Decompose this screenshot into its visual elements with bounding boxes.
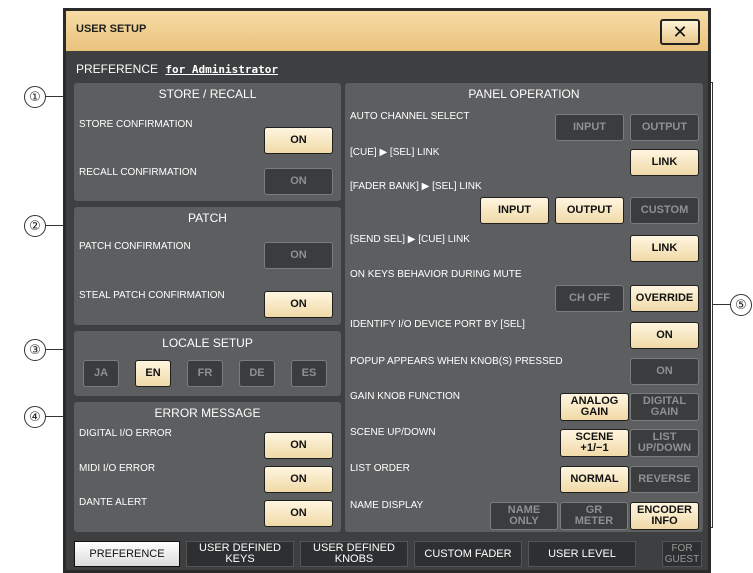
name-only-button[interactable]: NAME ONLY <box>490 502 558 530</box>
list-line2: UP/DOWN <box>637 442 692 454</box>
tab-user-level[interactable]: USER LEVEL <box>528 541 636 567</box>
callout-1: ① <box>24 86 46 108</box>
encoder-info-button[interactable]: ENCODER INFO <box>630 502 699 530</box>
steal-patch-confirmation-button[interactable]: ON <box>264 291 333 318</box>
tab-user-defined-keys-line2: KEYS <box>225 553 255 565</box>
user-setup-window: USER SETUP ✕ PREFERENCE for Administrato… <box>63 8 711 573</box>
callout-3: ③ <box>24 339 46 361</box>
callout-2: ② <box>24 215 46 237</box>
tab-for-guest[interactable]: FOR GUEST <box>662 541 702 567</box>
callout-4: ④ <box>24 406 46 428</box>
analog-gain-line2: GAIN <box>580 406 609 418</box>
locale-de-button[interactable]: DE <box>239 360 275 387</box>
patch-confirmation-label: PATCH CONFIRMATION <box>79 241 191 252</box>
locale-fr-button[interactable]: FR <box>187 360 223 387</box>
midi-io-error-label: MIDI I/O ERROR <box>79 463 156 474</box>
digital-gain-button[interactable]: DIGITAL GAIN <box>630 393 699 421</box>
tab-user-defined-knobs-line2: KNOBS <box>334 553 374 565</box>
analog-gain-button[interactable]: ANALOG GAIN <box>560 393 629 421</box>
recall-confirmation-button[interactable]: ON <box>264 168 333 195</box>
on-keys-behavior-label: ON KEYS BEHAVIOR DURING MUTE <box>350 269 522 280</box>
list-order-reverse-button[interactable]: REVERSE <box>630 466 699 493</box>
scene-up-down-label: SCENE UP/DOWN <box>350 427 436 438</box>
dante-alert-button[interactable]: ON <box>264 500 333 527</box>
popup-knob-pressed-label: POPUP APPEARS WHEN KNOB(S) PRESSED <box>350 356 563 367</box>
tab-for-guest-line2: GUEST <box>664 554 700 565</box>
error-message-panel: ERROR MESSAGE DIGITAL I/O ERROR ON MIDI … <box>74 402 341 532</box>
callout-5: ⑤ <box>730 294 752 316</box>
preference-heading: PREFERENCE for Administrator <box>76 62 278 76</box>
patch-confirmation-button[interactable]: ON <box>264 242 333 269</box>
title-bar: USER SETUP ✕ <box>66 11 708 51</box>
send-sel-cue-link-button[interactable]: LINK <box>630 235 699 262</box>
store-recall-panel: STORE / RECALL STORE CONFIRMATION ON REC… <box>74 83 341 201</box>
fader-bank-output-button[interactable]: OUTPUT <box>555 197 624 224</box>
gr-meter-button[interactable]: GR METER <box>560 502 628 530</box>
name-only-line2: ONLY <box>509 515 539 527</box>
send-sel-cue-link-label: [SEND SEL] ▶ [CUE] LINK <box>350 234 470 245</box>
window-title: USER SETUP <box>76 23 147 35</box>
auto-channel-input-button[interactable]: INPUT <box>555 114 624 141</box>
fader-bank-sel-link-label: [FADER BANK] ▶ [SEL] LINK <box>350 181 482 192</box>
tab-user-defined-keys[interactable]: USER DEFINED KEYS <box>186 541 294 567</box>
tab-preference[interactable]: PREFERENCE <box>74 541 180 567</box>
steal-patch-confirmation-label: STEAL PATCH CONFIRMATION <box>79 290 225 301</box>
popup-knob-pressed-button[interactable]: ON <box>630 358 699 385</box>
locale-en-button[interactable]: EN <box>135 360 171 387</box>
digital-io-error-label: DIGITAL I/O ERROR <box>79 428 172 439</box>
tab-user-defined-knobs[interactable]: USER DEFINED KNOBS <box>300 541 408 567</box>
panel-operation-title: PANEL OPERATION <box>468 87 580 101</box>
locale-ja-button[interactable]: JA <box>83 360 119 387</box>
gr-meter-line2: METER <box>574 515 614 527</box>
preference-title: PREFERENCE <box>76 62 159 76</box>
dante-alert-label: DANTE ALERT <box>79 497 148 508</box>
encoder-info-line2: INFO <box>651 515 678 527</box>
store-recall-title: STORE / RECALL <box>158 87 257 101</box>
patch-title: PATCH <box>188 211 227 225</box>
auto-channel-output-button[interactable]: OUTPUT <box>630 114 699 141</box>
digital-io-error-button[interactable]: ON <box>264 432 333 459</box>
midi-io-error-button[interactable]: ON <box>264 466 333 493</box>
fader-bank-custom-button[interactable]: CUSTOM <box>630 197 699 224</box>
recall-confirmation-label: RECALL CONFIRMATION <box>79 167 197 178</box>
administrator-link[interactable]: for Administrator <box>165 63 278 76</box>
store-confirmation-label: STORE CONFIRMATION <box>79 119 193 130</box>
fader-bank-input-button[interactable]: INPUT <box>480 197 549 224</box>
store-confirmation-button[interactable]: ON <box>264 127 333 154</box>
tab-custom-fader[interactable]: CUSTOM FADER <box>414 541 522 567</box>
on-keys-ch-off-button[interactable]: CH OFF <box>555 285 624 312</box>
scene-plus-minus-button[interactable]: SCENE +1/−1 <box>560 429 629 457</box>
close-button[interactable]: ✕ <box>660 19 700 45</box>
on-keys-override-button[interactable]: OVERRIDE <box>630 285 699 312</box>
identify-io-device-button[interactable]: ON <box>630 322 699 349</box>
name-display-label: NAME DISPLAY <box>350 500 424 511</box>
auto-channel-select-label: AUTO CHANNEL SELECT <box>350 111 470 122</box>
identify-io-device-label: IDENTIFY I/O DEVICE PORT BY [SEL] <box>350 319 525 330</box>
tab-for-guest-line1: FOR <box>671 543 693 554</box>
cue-sel-link-button[interactable]: LINK <box>630 149 699 176</box>
cue-sel-link-label: [CUE] ▶ [SEL] LINK <box>350 147 440 158</box>
list-order-label: LIST ORDER <box>350 463 410 474</box>
panel-operation-panel: PANEL OPERATION AUTO CHANNEL SELECT INPU… <box>345 83 703 532</box>
list-order-normal-button[interactable]: NORMAL <box>560 466 629 493</box>
scene-line2: +1/−1 <box>580 442 609 454</box>
gain-knob-function-label: GAIN KNOB FUNCTION <box>350 391 461 402</box>
locale-setup-title: LOCALE SETUP <box>162 336 253 350</box>
patch-panel: PATCH PATCH CONFIRMATION ON STEAL PATCH … <box>74 207 341 325</box>
digital-gain-line2: GAIN <box>650 406 679 418</box>
error-message-title: ERROR MESSAGE <box>154 406 261 420</box>
callout-5-line <box>712 304 730 305</box>
locale-setup-panel: LOCALE SETUP JA EN FR DE ES <box>74 331 341 396</box>
list-up-down-button[interactable]: LIST UP/DOWN <box>630 429 699 457</box>
locale-es-button[interactable]: ES <box>291 360 327 387</box>
